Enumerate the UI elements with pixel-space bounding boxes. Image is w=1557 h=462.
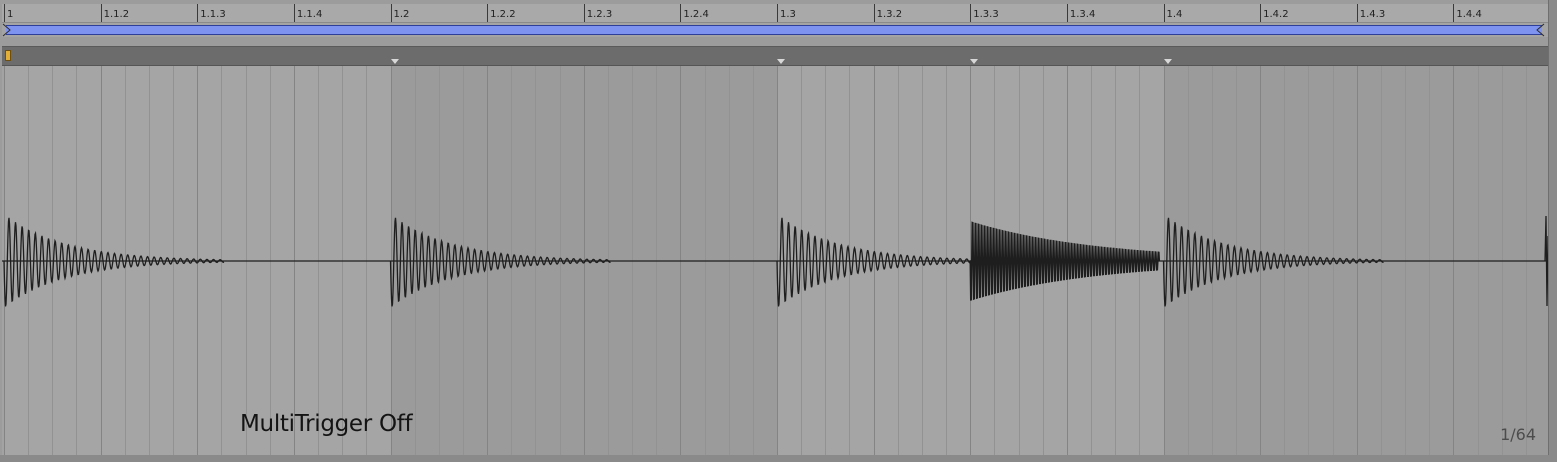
ruler-label: 1.3.2 [876,9,903,20]
ruler-label: 1.4.4 [1456,9,1482,20]
ruler-tick [100,4,102,22]
warp-marker-icon[interactable] [390,59,400,65]
waveform-transient [969,221,1161,301]
beat-time-ruler[interactable]: 1 1.1.2 1.1.3 1.1.4 1.2 1.2.2 1.2.3 1.2.4 1.3 1.3… [2,4,1548,23]
ruler-label: 1.3.3 [973,9,999,20]
ruler-tick [293,4,295,22]
waveform-transient [776,217,998,307]
ruler-label: 1.3 [780,9,796,20]
ruler-tick [970,4,972,22]
ruler-tick [873,4,875,22]
ruler-tick [1260,4,1262,22]
frame-bottom [0,455,1557,462]
ruler-tick [583,4,585,22]
waveform [2,215,1548,307]
ruler-tick [1356,4,1358,22]
clip-sample-editor: 1 1.1.2 1.1.3 1.1.4 1.2 1.2.2 1.2.3 1.2.4 1.3 1.3… [0,0,1557,462]
vertical-scrollbar[interactable] [1548,0,1557,462]
loop-brace[interactable] [6,25,1542,35]
loop-start-handle[interactable] [2,23,12,37]
ruler-label: 1.2.4 [683,9,709,20]
waveform-display[interactable]: MultiTrigger Off 1/64 [2,66,1548,456]
ruler-label: 1.4 [1166,9,1183,20]
ruler-tick [1163,4,1165,22]
ruler-tick [197,4,199,22]
ruler-label: 1.4.3 [1359,9,1386,20]
ruler-tick [1453,4,1455,22]
ruler-tick [680,4,682,22]
ruler-label: 1.1.2 [103,9,130,20]
waveform-transient [1162,217,1384,307]
ruler-tick [777,4,778,22]
loop-bar[interactable] [2,23,1548,37]
ruler-tick [487,4,489,22]
warp-marker-icon[interactable] [1163,59,1173,65]
waveform-transient [3,217,225,307]
warp-marker-icon[interactable] [776,59,786,65]
ruler-label: 1.3.4 [1069,9,1096,20]
ruler-label: 1.2.3 [586,9,613,20]
ruler-label: 1 [7,9,14,20]
loop-end-handle[interactable] [1535,23,1545,37]
ruler-label: 1.2 [393,9,410,20]
ruler-label: 1.2.2 [490,9,516,20]
warp-marker-lane[interactable] [2,46,1548,66]
ruler-label: 1.1.4 [296,9,323,20]
ruler-tick [4,4,5,22]
ruler-label: 1.1.3 [200,9,226,20]
ruler-tick [1066,4,1068,22]
ruler-label: 1.4.2 [1263,9,1289,20]
caption-text: MultiTrigger Off [240,411,413,437]
grid-resolution-label: 1/64 [1500,425,1536,444]
ruler-tick [390,4,392,22]
start-marker[interactable] [5,50,11,61]
waveform-transient [389,217,611,307]
warp-marker-icon[interactable] [969,59,979,65]
